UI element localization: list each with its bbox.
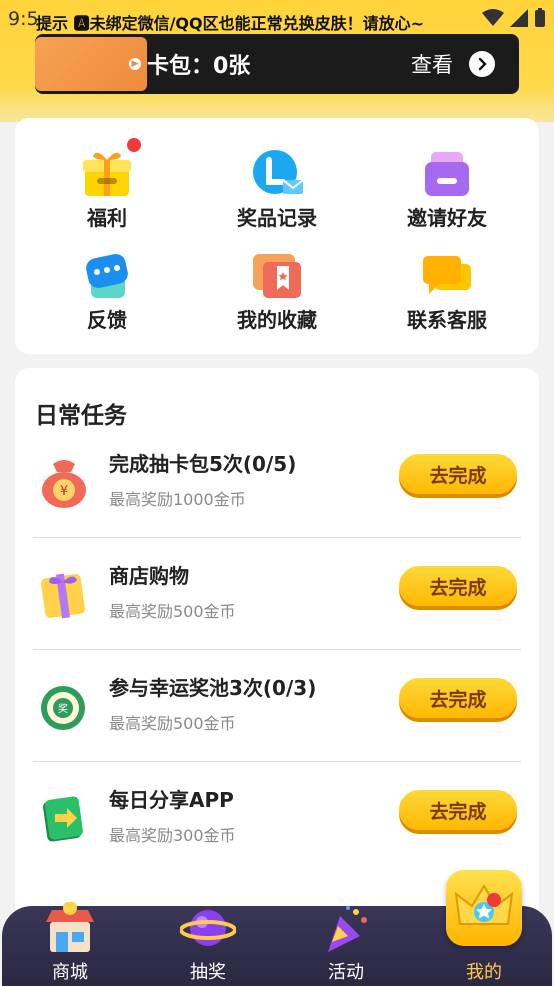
nav-label: 抽奖 xyxy=(190,962,226,983)
card-pack-count: 卡包：0张 xyxy=(147,54,251,79)
status-time: 9:5 xyxy=(8,8,39,30)
daily-tasks-panel: 日常任务 ¥ 完成抽卡包5次(0/5) 最高奖励1000金币 去完成 商店购物 … xyxy=(15,368,539,928)
notification-dot xyxy=(127,138,141,152)
quick-tools-panel: 福利 奖品记录 邀请好友 反馈 我的收藏 联系客服 xyxy=(15,118,539,354)
tool-label: 奖品记录 xyxy=(237,206,317,230)
feedback-icon xyxy=(79,250,135,302)
nav-label: 商城 xyxy=(52,962,88,983)
invite-icon xyxy=(419,148,475,200)
task-title: 完成抽卡包5次(0/5) xyxy=(109,452,297,476)
wifi-icon xyxy=(482,9,504,26)
task-complete-button[interactable]: 去完成 xyxy=(399,566,517,606)
task-reward: 最高奖励1000金币 xyxy=(109,490,246,509)
tool-invite-friends[interactable]: 邀请好友 xyxy=(372,148,522,231)
favorites-icon xyxy=(249,250,305,302)
status-icons xyxy=(482,8,546,28)
support-chat-icon xyxy=(419,250,475,302)
tool-label: 福利 xyxy=(87,206,127,230)
task-reward: 最高奖励300金币 xyxy=(109,826,236,845)
gift-box-icon xyxy=(37,568,91,622)
nav-lottery[interactable]: 抽奖 xyxy=(148,906,268,986)
lucky-pool-icon: 奖 xyxy=(37,680,91,734)
prize-record-icon xyxy=(249,148,305,200)
task-title: 每日分享APP xyxy=(109,788,234,812)
shop-icon xyxy=(42,901,98,956)
gift-icon xyxy=(79,138,141,200)
tool-welfare[interactable]: 福利 xyxy=(32,138,182,231)
svg-text:¥: ¥ xyxy=(60,484,68,499)
tool-contact-support[interactable]: 联系客服 xyxy=(372,250,522,333)
svg-text:奖: 奖 xyxy=(58,702,68,715)
task-reward: 最高奖励500金币 xyxy=(109,602,236,621)
section-title: 日常任务 xyxy=(35,403,127,429)
money-bag-icon: ¥ xyxy=(37,456,91,510)
task-row: 每日分享APP 最高奖励300金币 去完成 xyxy=(33,762,521,874)
battery-icon xyxy=(535,8,545,27)
tool-label: 邀请好友 xyxy=(407,206,487,230)
task-reward: 最高奖励500金币 xyxy=(109,714,236,733)
task-title: 商店购物 xyxy=(109,564,189,588)
party-popper-icon xyxy=(318,902,374,956)
tool-label: 联系客服 xyxy=(407,308,487,332)
card-pack-view-link[interactable]: 查看 xyxy=(411,49,453,79)
signal-icon xyxy=(510,9,528,27)
nav-label: 我的 xyxy=(466,962,502,983)
task-row: ¥ 完成抽卡包5次(0/5) 最高奖励1000金币 去完成 xyxy=(33,426,521,538)
tool-prize-record[interactable]: 奖品记录 xyxy=(202,148,352,231)
nav-label: 活动 xyxy=(328,962,364,983)
tool-label: 我的收藏 xyxy=(237,308,317,332)
card-pack-banner[interactable]: ▶ 卡包：0张 查看 xyxy=(35,34,519,94)
nav-activity[interactable]: 活动 xyxy=(286,906,406,986)
task-complete-button[interactable]: 去完成 xyxy=(399,790,517,830)
play-icon: ▶ xyxy=(129,58,141,70)
chevron-right-icon[interactable] xyxy=(469,51,495,77)
card-pack-thumbnail: ▶ xyxy=(35,37,147,91)
tool-my-favorites[interactable]: 我的收藏 xyxy=(202,250,352,333)
share-icon xyxy=(37,792,91,846)
nav-shop[interactable]: 商城 xyxy=(10,901,130,986)
task-row: 奖 参与幸运奖池3次(0/3) 最高奖励500金币 去完成 xyxy=(33,650,521,762)
notice-text: 提示 🅰未绑定微信/QQ区也能正常兑换皮肤！请放心~ xyxy=(36,14,425,33)
task-title: 参与幸运奖池3次(0/3) xyxy=(109,676,317,700)
task-complete-button[interactable]: 去完成 xyxy=(399,454,517,494)
planet-icon xyxy=(179,902,237,956)
task-row: 商店购物 最高奖励500金币 去完成 xyxy=(33,538,521,650)
tool-label: 反馈 xyxy=(87,308,127,332)
tool-feedback[interactable]: 反馈 xyxy=(32,250,182,333)
task-complete-button[interactable]: 去完成 xyxy=(399,678,517,718)
crown-icon[interactable] xyxy=(446,870,522,946)
